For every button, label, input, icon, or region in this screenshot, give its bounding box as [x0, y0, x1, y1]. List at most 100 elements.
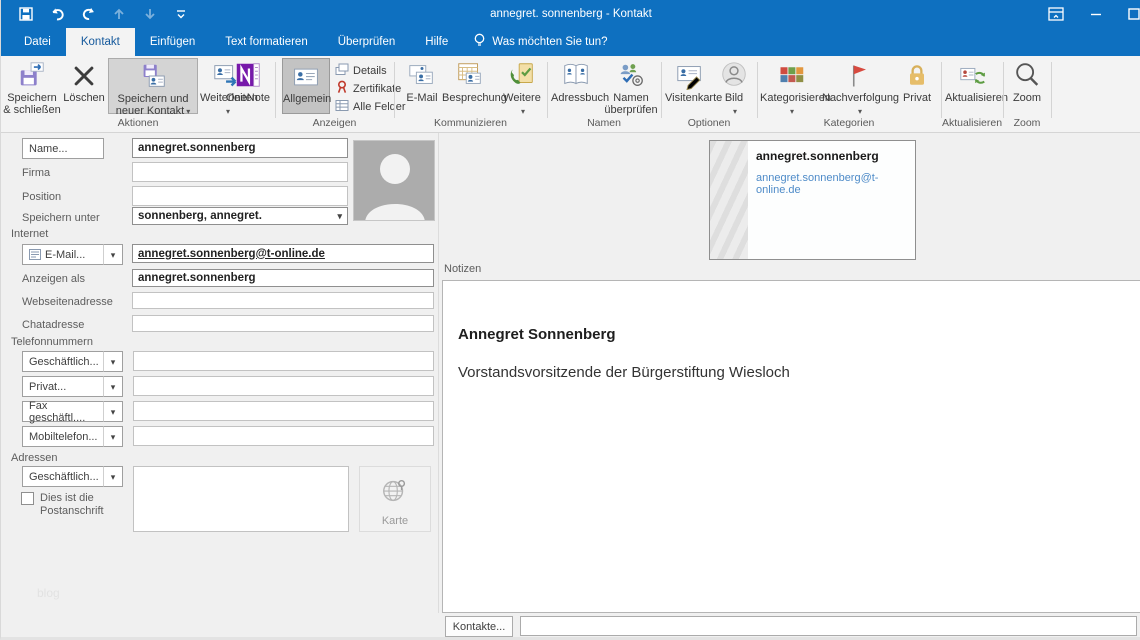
privat-label: Privat [898, 92, 936, 104]
card-name: annegret.sonnenberg [756, 149, 879, 163]
chevron-down-icon [111, 431, 116, 443]
group-label-anzeigen: Anzeigen [275, 117, 394, 129]
webpage-field[interactable] [132, 292, 434, 309]
address-book-icon [551, 58, 601, 90]
email-field[interactable]: annegret.sonnenberg@t-online.de [132, 244, 434, 263]
address-business-label: Geschäftlich... [29, 471, 99, 483]
chevron-down-icon [111, 406, 116, 418]
save-new-contact-label: Speichern und neuer Kontakt [109, 93, 197, 118]
kontakte-button[interactable]: Kontakte... [445, 616, 513, 637]
address-textarea[interactable] [133, 466, 349, 532]
linked-contacts-field[interactable] [520, 616, 1137, 636]
note-role: Vorstandsvorsitzende der Bürgerstiftung … [458, 364, 790, 381]
aktualisieren-button[interactable]: Aktualisieren [945, 58, 1001, 114]
tell-me-label: Was möchten Sie tun? [492, 36, 607, 48]
tab-text-formatieren[interactable]: Text formatieren [210, 28, 322, 56]
mobile-phone-dropdown[interactable] [103, 426, 123, 447]
karte-label: Karte [360, 515, 430, 527]
kategorisieren-button[interactable]: Kategorisieren [760, 58, 822, 114]
business-card-preview[interactable]: annegret.sonnenberg annegret.sonnenberg@… [709, 140, 916, 260]
group-divider [394, 62, 395, 118]
address-business-dropdown[interactable] [103, 466, 123, 487]
bild-button[interactable]: Bild [717, 58, 751, 114]
email-value: annegret.sonnenberg@t-online.de [138, 248, 325, 260]
full-name-field[interactable]: annegret.sonnenberg [132, 138, 348, 158]
maximize-button[interactable] [1117, 0, 1140, 28]
besprechung-button[interactable]: Besprechung [442, 58, 498, 114]
minimize-button[interactable] [1079, 0, 1113, 28]
weitere-button[interactable]: Weitere [500, 58, 544, 114]
visitenkarte-button[interactable]: Visitenkarte [665, 58, 715, 114]
contact-photo-placeholder[interactable] [353, 140, 435, 221]
anzeigen-als-label: Anzeigen als [22, 273, 85, 285]
fax-business-field[interactable] [133, 401, 434, 421]
save-close-button[interactable]: Speichern & schließen [3, 58, 61, 114]
tab-ueberpruefen[interactable]: Überprüfen [323, 28, 411, 56]
mobile-phone-button[interactable]: Mobiltelefon... [22, 426, 104, 447]
display-as-field[interactable]: annegret.sonnenberg [132, 269, 434, 287]
adressbuch-button[interactable]: Adressbuch [551, 58, 601, 114]
dropdown-caret [502, 105, 544, 117]
karte-button[interactable]: Karte [359, 466, 431, 532]
email-button[interactable]: E-Mail... [22, 244, 104, 265]
zoom-button[interactable]: Zoom [1007, 58, 1047, 114]
file-as-dropdown[interactable]: sonnenberg, annegret. [132, 207, 348, 225]
mobile-phone-field[interactable] [133, 426, 434, 446]
dropdown-caret [719, 105, 751, 117]
group-label-aktualisieren: Aktualisieren [941, 117, 1003, 129]
chevron-down-icon [111, 356, 116, 368]
address-business-button[interactable]: Geschäftlich... [22, 466, 104, 487]
tell-me-box[interactable]: Was möchten Sie tun? [463, 28, 617, 56]
note-name: Annegret Sonnenberg [458, 326, 616, 343]
ribbon-display-options-icon[interactable] [1039, 0, 1073, 28]
allgemein-button[interactable]: Allgemein [282, 58, 330, 114]
phone-business-dropdown[interactable] [103, 351, 123, 372]
group-divider [275, 62, 276, 118]
tab-einfuegen[interactable]: Einfügen [135, 28, 210, 56]
business-card-icon [665, 58, 715, 90]
im-address-field[interactable] [132, 315, 434, 332]
email-ribbon-button[interactable]: E-Mail [404, 58, 440, 114]
position-field[interactable] [132, 186, 348, 206]
save-new-contact-button[interactable]: Speichern und neuer Kontakt [108, 58, 198, 114]
phone-home-dropdown[interactable] [103, 376, 123, 397]
name-button[interactable]: Name... [22, 138, 104, 159]
fax-business-button[interactable]: Fax geschäftl.... [22, 401, 104, 422]
fax-business-dropdown[interactable] [103, 401, 123, 422]
onenote-button[interactable]: OneNote [223, 58, 273, 114]
delete-button[interactable]: Löschen [61, 58, 107, 114]
group-label-namen: Namen [547, 117, 661, 129]
firma-field[interactable] [132, 162, 348, 182]
tab-datei[interactable]: Datei [9, 28, 66, 56]
email-dropdown-button[interactable] [103, 244, 123, 265]
tab-hilfe[interactable]: Hilfe [410, 28, 463, 56]
phone-business-button[interactable]: Geschäftlich... [22, 351, 104, 372]
notes-area[interactable]: Annegret Sonnenberg Vorstandsvorsitzende… [442, 280, 1140, 613]
ribbon: Speichern & schließen Löschen Speichern … [1, 56, 1140, 133]
privat-button[interactable]: Privat [898, 58, 936, 114]
group-divider [547, 62, 548, 118]
phone-home-field[interactable] [133, 376, 434, 396]
save-close-icon [3, 58, 61, 90]
group-divider [1051, 62, 1052, 118]
position-label: Position [22, 191, 61, 203]
update-icon [945, 58, 1001, 90]
weitere-label: Weitere [500, 92, 544, 118]
save-new-contact-icon [109, 59, 197, 91]
nachverfolgung-button[interactable]: Nachverfolgung [822, 58, 896, 114]
mailing-address-checkbox-label: Dies ist die Postanschrift [40, 492, 124, 518]
tab-kontakt[interactable]: Kontakt [66, 28, 135, 56]
file-as-value: sonnenberg, annegret. [138, 210, 262, 222]
group-label-kommunizieren: Kommunizieren [394, 117, 547, 129]
details-button[interactable]: Details [335, 62, 387, 79]
phone-business-field[interactable] [133, 351, 434, 371]
chevron-down-icon [111, 249, 116, 261]
flag-icon [822, 58, 896, 90]
phone-home-button[interactable]: Privat... [22, 376, 104, 397]
zoom-label: Zoom [1007, 92, 1047, 104]
zertifikate-button[interactable]: Zertifikate [335, 80, 401, 97]
certificate-icon [335, 80, 349, 97]
mailing-address-checkbox[interactable] [21, 492, 34, 505]
details-label: Details [353, 65, 387, 77]
namen-ueberpruefen-button[interactable]: Namen überprüfen [603, 58, 659, 114]
